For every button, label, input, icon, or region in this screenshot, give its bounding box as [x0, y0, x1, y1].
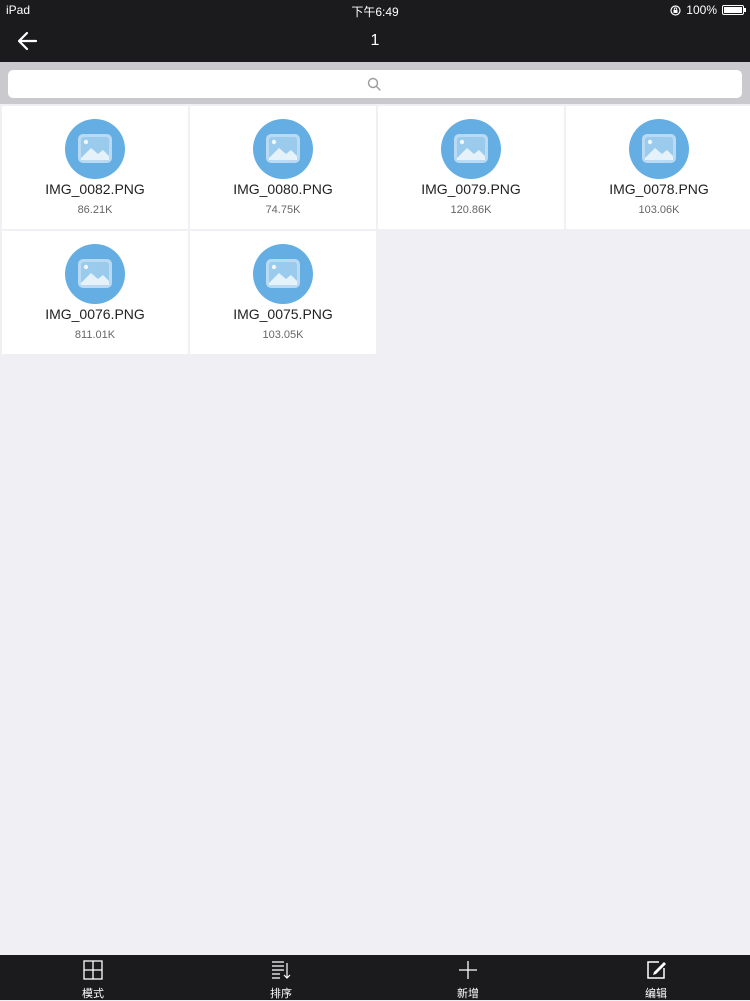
mode-button[interactable]: 模式 [53, 955, 133, 1000]
file-tile[interactable]: IMG_0075.PNG 103.05K [190, 231, 376, 354]
battery-percent: 100% [686, 3, 717, 17]
add-label: 新增 [457, 988, 479, 1000]
plus-icon [459, 961, 477, 979]
file-name: IMG_0082.PNG [45, 181, 145, 197]
status-right: 100% [670, 3, 746, 17]
edit-icon [647, 961, 666, 979]
orientation-lock-icon [670, 4, 681, 16]
page-title: 1 [370, 32, 380, 49]
battery-icon [722, 5, 746, 15]
file-tile[interactable]: IMG_0076.PNG 811.01K [2, 231, 188, 354]
file-size: 103.05K [262, 329, 304, 341]
file-name: IMG_0075.PNG [233, 306, 333, 322]
mode-label: 模式 [82, 988, 104, 1000]
search-input[interactable] [8, 70, 742, 98]
file-size: 103.06K [638, 204, 680, 216]
status-bar: iPad 下午6:49 100% [0, 0, 750, 20]
grid-icon [83, 960, 103, 980]
sort-icon [272, 961, 291, 979]
file-name: IMG_0080.PNG [233, 181, 333, 197]
image-file-icon [253, 119, 313, 179]
battery-fill [724, 7, 742, 13]
file-size: 120.86K [450, 204, 492, 216]
file-name: IMG_0078.PNG [609, 181, 709, 197]
file-size: 74.75K [265, 204, 301, 216]
file-name: IMG_0076.PNG [45, 306, 145, 322]
search-icon [367, 77, 381, 91]
image-file-icon [253, 244, 313, 304]
edit-label: 编辑 [645, 988, 667, 1000]
image-file-icon [441, 119, 501, 179]
file-tile[interactable]: IMG_0082.PNG 86.21K [2, 106, 188, 229]
sort-button[interactable]: 排序 [241, 955, 321, 1000]
file-size: 811.01K [74, 329, 116, 341]
file-tile[interactable]: IMG_0078.PNG 103.06K [566, 106, 750, 229]
sort-label: 排序 [270, 988, 292, 1000]
file-tile[interactable]: IMG_0079.PNG 120.86K [378, 106, 564, 229]
add-button[interactable]: 新增 [428, 955, 508, 1000]
file-size: 86.21K [77, 204, 113, 216]
nav-bar: 1 [0, 20, 750, 62]
image-file-icon [629, 119, 689, 179]
search-bar [0, 62, 750, 104]
image-file-icon [65, 244, 125, 304]
bottom-toolbar: 模式 排序 新增 编辑 [0, 955, 750, 1000]
file-tile[interactable]: IMG_0080.PNG 74.75K [190, 106, 376, 229]
status-time: 下午6:49 [351, 5, 399, 19]
file-name: IMG_0079.PNG [421, 181, 521, 197]
edit-button[interactable]: 编辑 [616, 955, 696, 1000]
image-file-icon [65, 119, 125, 179]
